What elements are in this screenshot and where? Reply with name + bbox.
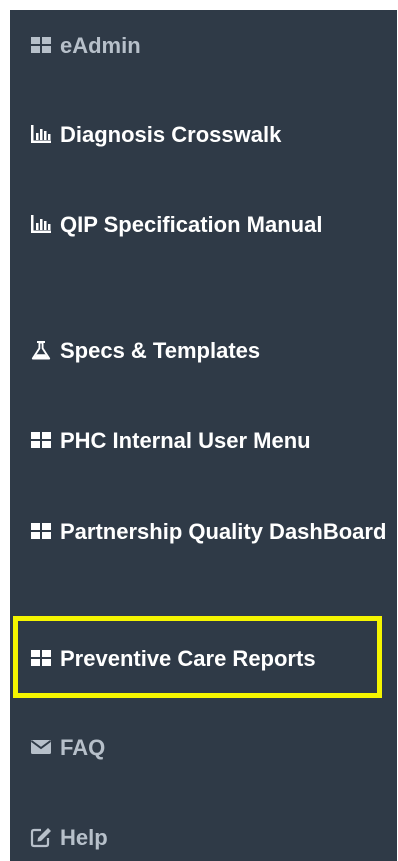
sidebar-item-eadmin[interactable]: eAdmin xyxy=(10,28,397,64)
sidebar-menu: eAdmin Diagnosis Crosswalk QIP Specifica… xyxy=(10,10,397,861)
flask-icon xyxy=(30,339,52,361)
sidebar-item-help[interactable]: Help xyxy=(10,820,397,856)
grid-icon xyxy=(30,34,52,56)
grid-icon xyxy=(30,520,52,542)
sidebar-item-label: eAdmin xyxy=(60,33,141,58)
envelope-icon xyxy=(30,736,52,758)
sidebar-item-label: FAQ xyxy=(60,735,106,760)
sidebar-item-label: Help xyxy=(60,825,108,850)
sidebar-item-preventive-care-reports[interactable]: Preventive Care Reports xyxy=(10,641,397,677)
grid-icon xyxy=(30,429,52,451)
sidebar-item-label: Specs & Templates xyxy=(60,338,261,363)
sidebar-item-partnership-quality-dashboard[interactable]: Partnership Quality DashBoard xyxy=(10,514,397,550)
sidebar-item-faq[interactable]: FAQ xyxy=(10,730,397,766)
sidebar-item-diagnosis-crosswalk[interactable]: Diagnosis Crosswalk xyxy=(10,117,397,153)
sidebar-item-label: Diagnosis Crosswalk xyxy=(60,122,282,147)
bar-chart-icon xyxy=(30,123,52,145)
sidebar-item-phc-internal-user-menu[interactable]: PHC Internal User Menu xyxy=(10,423,397,459)
sidebar-item-label: Partnership Quality DashBoard xyxy=(60,519,387,544)
sidebar-item-label: QIP Specification Manual xyxy=(60,212,323,237)
grid-icon xyxy=(30,647,52,669)
bar-chart-icon xyxy=(30,213,52,235)
sidebar-item-specs-templates[interactable]: Specs & Templates xyxy=(10,333,397,369)
sidebar-item-label: PHC Internal User Menu xyxy=(60,428,311,453)
sidebar-item-qip-specification-manual[interactable]: QIP Specification Manual xyxy=(10,207,397,243)
edit-icon xyxy=(30,826,52,848)
sidebar-item-label: Preventive Care Reports xyxy=(60,646,316,671)
